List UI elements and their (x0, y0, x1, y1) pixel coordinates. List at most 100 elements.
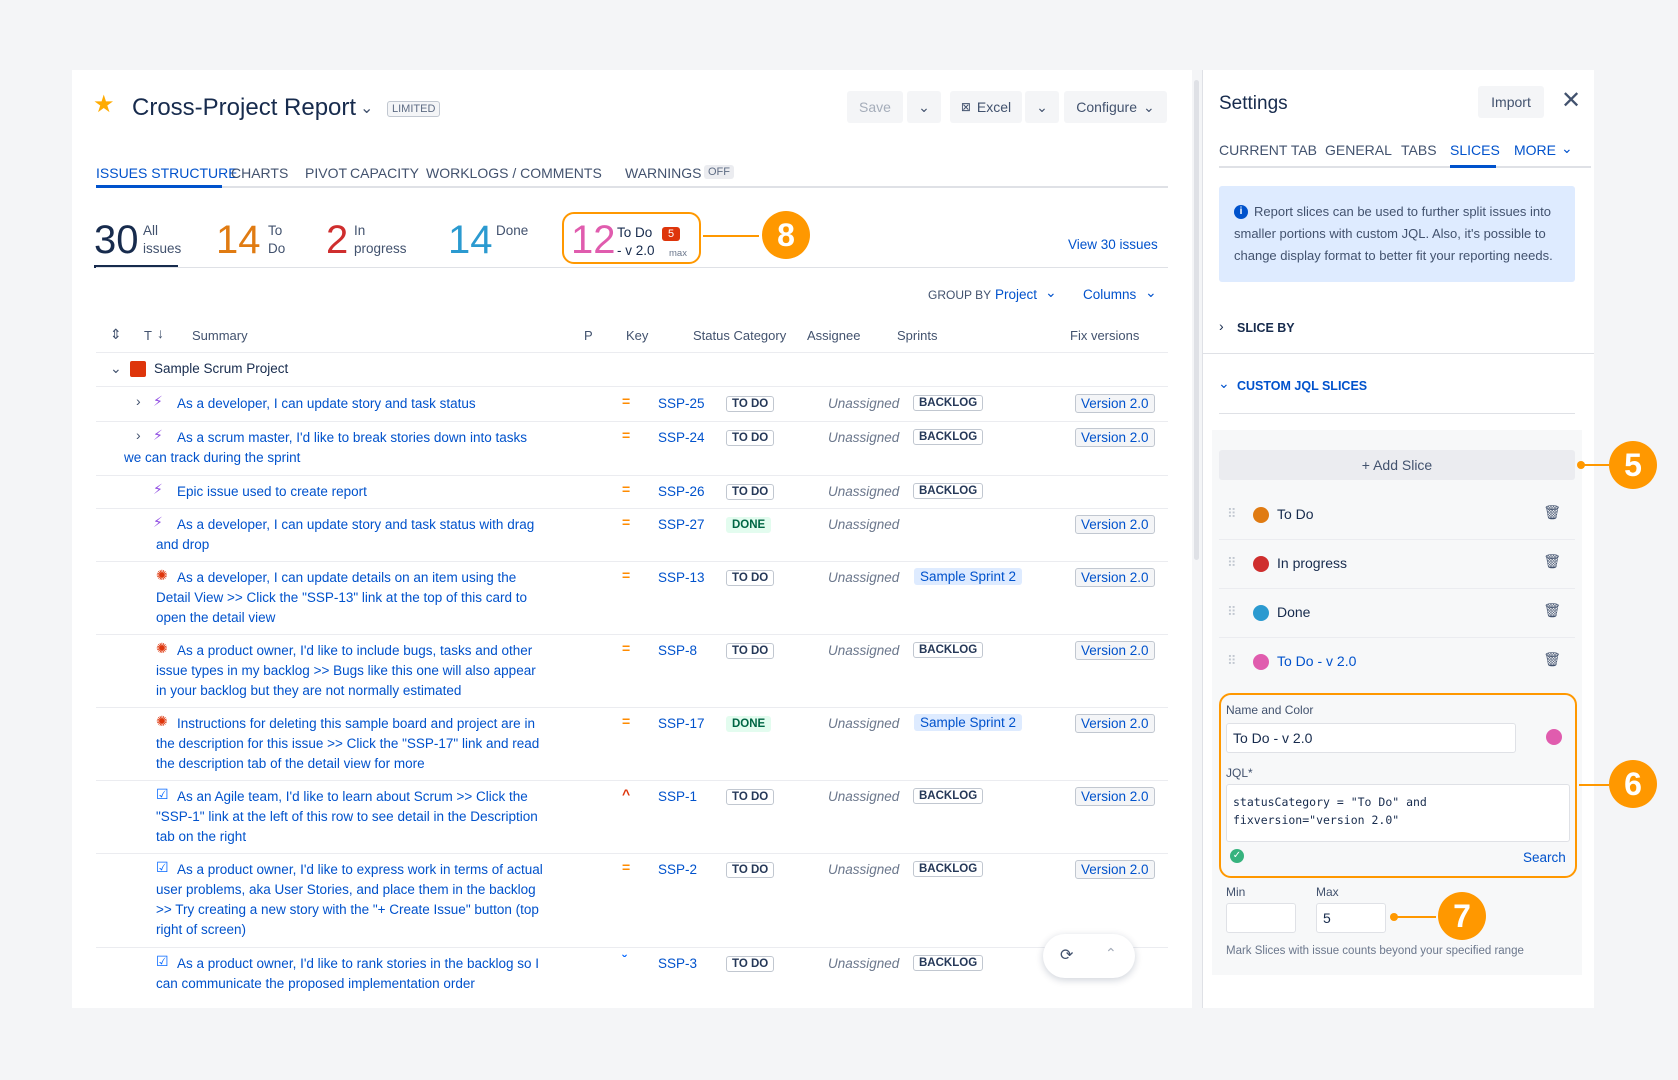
sprint-badge[interactable]: Sample Sprint 2 (914, 714, 1023, 731)
trash-icon[interactable]: 🗑 (1543, 602, 1561, 619)
issue-key[interactable]: SSP-3 (658, 956, 697, 971)
issue-key[interactable]: SSP-24 (658, 430, 705, 445)
summary-link[interactable]: and drop (156, 535, 209, 555)
tab-capacity[interactable]: CAPACITY (350, 165, 419, 181)
summary-link[interactable]: As a developer, I can update details on … (177, 568, 516, 588)
issue-key[interactable]: SSP-27 (658, 517, 705, 532)
excel-button[interactable]: ⊠ Excel (950, 91, 1022, 123)
summary-link[interactable]: As a product owner, I'd like to express … (177, 860, 543, 880)
trash-icon[interactable]: 🗑 (1543, 651, 1561, 668)
min-input[interactable] (1226, 903, 1296, 933)
slice-name-input[interactable] (1226, 723, 1516, 753)
summary-link[interactable]: Instructions for deleting this sample bo… (177, 714, 535, 734)
column-status[interactable]: Status Category (693, 328, 786, 343)
issue-key[interactable]: SSP-25 (658, 396, 705, 411)
column-key[interactable]: Key (626, 328, 648, 343)
chevron-up-icon[interactable]: ⌃ (1105, 945, 1117, 962)
issue-key[interactable]: SSP-13 (658, 570, 705, 585)
tab-issues-structure[interactable]: ISSUES STRUCTURE (96, 165, 238, 181)
issue-key[interactable]: SSP-2 (658, 862, 697, 877)
issue-key[interactable]: SSP-17 (658, 716, 705, 731)
star-icon[interactable]: ★ (93, 90, 115, 119)
tab-current-tab[interactable]: CURRENT TAB (1219, 142, 1317, 158)
view-issues-link[interactable]: View 30 issues (1068, 237, 1158, 252)
fix-version-badge[interactable]: Version 2.0 (1075, 641, 1155, 660)
summary-link[interactable]: issue types in my backlog >> Bugs like t… (156, 661, 536, 681)
chevron-right-icon[interactable]: › (136, 393, 141, 409)
fix-version-badge[interactable]: Version 2.0 (1075, 394, 1155, 413)
issue-key[interactable]: SSP-26 (658, 484, 705, 499)
excel-menu-button[interactable]: ⌄ (1025, 91, 1059, 123)
summary-link[interactable]: As a scrum master, I'd like to break sto… (177, 428, 527, 448)
fix-version-badge[interactable]: Version 2.0 (1075, 714, 1155, 733)
close-icon[interactable]: ✕ (1561, 86, 1581, 115)
summary-link[interactable]: >> Try creating a new story with the "+ … (156, 900, 539, 920)
chevron-down-icon[interactable]: ⌄ (360, 98, 373, 118)
column-priority[interactable]: P (584, 328, 593, 343)
tab-charts[interactable]: CHARTS (231, 165, 288, 181)
chevron-down-icon[interactable]: ⌄ (1218, 375, 1230, 392)
stat-done-count[interactable]: 14 (448, 218, 493, 263)
slice-color-picker[interactable] (1546, 729, 1562, 745)
summary-link[interactable]: Detail View >> Click the "SSP-13" link a… (156, 588, 527, 608)
summary-link[interactable]: we can track during the sprint (124, 448, 300, 468)
fix-version-badge[interactable]: Version 2.0 (1075, 428, 1155, 447)
column-assignee[interactable]: Assignee (807, 328, 860, 343)
drag-handle-icon[interactable]: ⠿ (1227, 555, 1237, 571)
summary-link[interactable]: the description tab of the detail view f… (156, 754, 425, 774)
slice-item[interactable]: ⠿ In progress 🗑 (1219, 541, 1575, 589)
group-by-select[interactable]: Project (995, 287, 1037, 302)
refresh-icon[interactable]: ⟳ (1060, 945, 1073, 965)
drag-handle-icon[interactable]: ⠿ (1227, 653, 1237, 669)
save-menu-button[interactable]: ⌄ (907, 91, 941, 123)
chevron-right-icon[interactable]: › (1219, 318, 1224, 334)
save-button[interactable]: Save (847, 91, 903, 123)
fix-version-badge[interactable]: Version 2.0 (1075, 860, 1155, 879)
column-sprints[interactable]: Sprints (897, 328, 937, 343)
trash-icon[interactable]: 🗑 (1543, 504, 1561, 521)
add-slice-button[interactable]: + Add Slice (1219, 450, 1575, 480)
fix-version-badge[interactable]: Version 2.0 (1075, 568, 1155, 587)
tab-pivot[interactable]: PIVOT (305, 165, 347, 181)
issue-key[interactable]: SSP-8 (658, 643, 697, 658)
drag-handle-icon[interactable]: ⠿ (1227, 506, 1237, 522)
sort-down-icon[interactable]: ↓ (157, 325, 164, 341)
scrollbar[interactable] (1192, 70, 1202, 1008)
tab-tabs[interactable]: TABS (1401, 142, 1437, 158)
summary-link[interactable]: As an Agile team, I'd like to learn abou… (177, 787, 528, 807)
slice-item[interactable]: ⠿ To Do - v 2.0 🗑 (1219, 639, 1575, 687)
summary-link[interactable]: in your backlog but they are not normall… (156, 681, 461, 701)
summary-link[interactable]: right of screen) (156, 920, 246, 940)
summary-link[interactable]: As a product owner, I'd like to rank sto… (177, 954, 539, 974)
tab-worklogs[interactable]: WORKLOGS / COMMENTS (426, 165, 602, 181)
slice-item[interactable]: ⠿ To Do 🗑 (1219, 492, 1575, 540)
trash-icon[interactable]: 🗑 (1543, 553, 1561, 570)
issue-key[interactable]: SSP-1 (658, 789, 697, 804)
tab-slices[interactable]: SLICES (1450, 142, 1500, 158)
tab-warnings[interactable]: WARNINGS (625, 165, 701, 181)
slice-by-section[interactable]: SLICE BY (1237, 321, 1295, 335)
max-input[interactable] (1316, 903, 1386, 933)
stat-todo-count[interactable]: 14 (216, 218, 261, 263)
fix-version-badge[interactable]: Version 2.0 (1075, 787, 1155, 806)
summary-link[interactable]: the description for this issue >> Click … (156, 734, 539, 754)
group-name[interactable]: Sample Scrum Project (154, 361, 288, 376)
search-link[interactable]: Search (1523, 850, 1566, 865)
column-summary[interactable]: Summary (192, 328, 248, 343)
summary-link[interactable]: can communicate the proposed implementat… (156, 974, 475, 994)
summary-link[interactable]: As a developer, I can update story and t… (177, 394, 476, 414)
chevron-down-icon[interactable]: ⌄ (110, 360, 122, 377)
summary-link[interactable]: "SSP-1" link at the left of this row to … (156, 807, 538, 827)
slice-item[interactable]: ⠿ Done 🗑 (1219, 590, 1575, 638)
configure-button[interactable]: Configure ⌄ (1064, 91, 1167, 123)
chevron-right-icon[interactable]: › (136, 427, 141, 443)
stat-all-count[interactable]: 30 (94, 218, 139, 263)
tab-more[interactable]: MORE (1514, 142, 1556, 158)
summary-link[interactable]: As a developer, I can update story and t… (177, 515, 534, 535)
expand-collapse-icon[interactable]: ⇕ (110, 326, 122, 343)
summary-link[interactable]: tab on the right (156, 827, 246, 847)
sprint-badge[interactable]: Sample Sprint 2 (914, 568, 1023, 585)
custom-jql-section[interactable]: CUSTOM JQL SLICES (1237, 379, 1367, 393)
summary-link[interactable]: As a product owner, I'd like to include … (177, 641, 532, 661)
drag-handle-icon[interactable]: ⠿ (1227, 604, 1237, 620)
